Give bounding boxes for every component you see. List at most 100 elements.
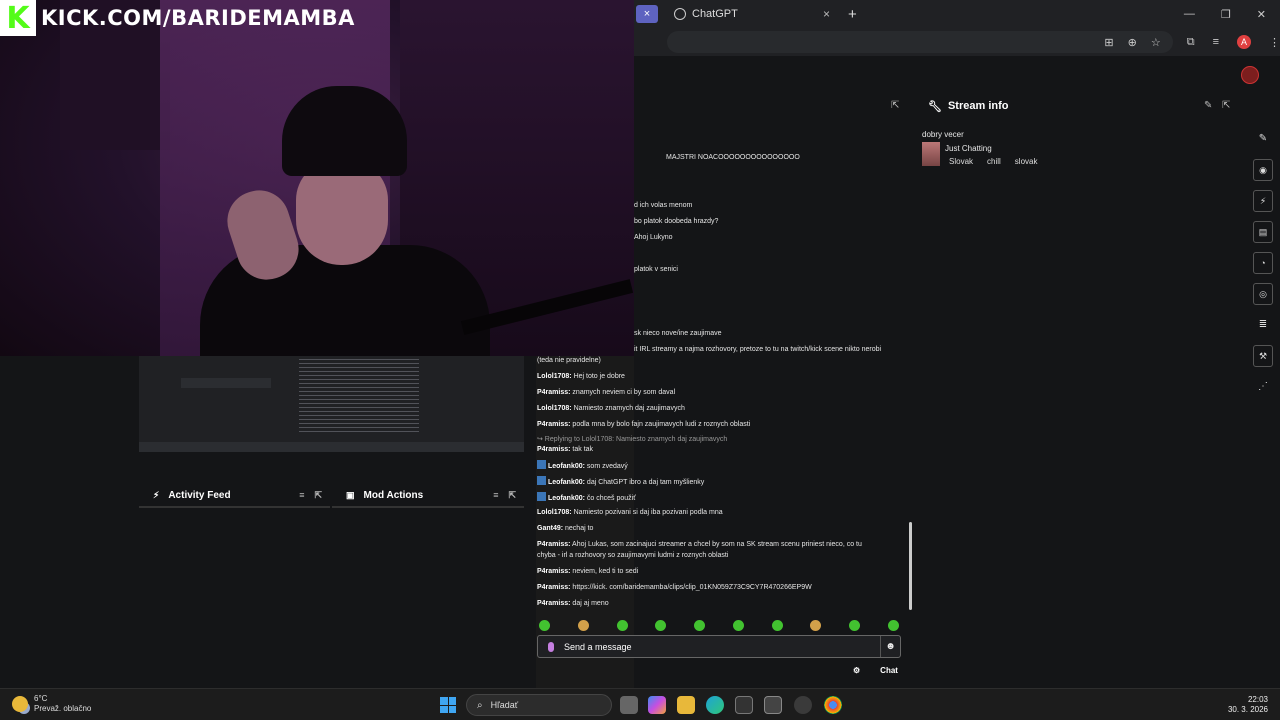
emote-icon[interactable] <box>887 620 899 631</box>
stream-info-header: 🔧︎ Stream info <box>928 96 1008 116</box>
popout-icon[interactable]: ⇱ <box>508 490 516 501</box>
emote-icon[interactable] <box>694 620 706 631</box>
chat-scrollbar[interactable] <box>909 522 912 610</box>
discord-icon[interactable] <box>794 696 812 714</box>
right-tool-rail: ✎ ◉ ⚡︎ ▤ ◔ ◎ ≣ ⚒ ⋰ <box>1253 128 1273 398</box>
temperature: 6°C <box>34 694 48 703</box>
chat-settings-icon[interactable]: ⚙ <box>853 666 860 675</box>
chat-message: P4ramiss: neviem, ked ti to sedi <box>537 568 639 575</box>
tab-title: ChatGPT <box>692 8 738 20</box>
chatgpt-icon <box>674 8 686 20</box>
tag[interactable]: slovak <box>1015 157 1038 166</box>
chat-message: Leofank00: čo chceš použiť <box>537 492 636 504</box>
bolt-icon[interactable]: ⚡︎ <box>1253 190 1273 212</box>
tab-chatgpt[interactable]: ChatGPT × <box>666 2 838 26</box>
chat-message: P4ramiss: znamych neviem ci by som daval <box>537 389 676 396</box>
emote-quick-bar <box>539 620 899 631</box>
emote-icon[interactable] <box>849 620 861 631</box>
chat-input-placeholder: Send a message <box>564 641 632 652</box>
subscriber-badge-icon <box>537 460 546 469</box>
stream-preview-thumbnail <box>139 356 524 452</box>
new-tab-button[interactable]: + <box>848 6 857 23</box>
weather-condition: Prevaž. oblačno <box>34 704 92 713</box>
close-tab-button[interactable]: × <box>636 5 658 23</box>
shield-icon: ▣ <box>346 489 355 500</box>
popout-chat-icon[interactable]: ⇱ <box>891 100 899 111</box>
chat-message: (teda nie pravidelne) <box>537 357 601 364</box>
chat-message: Lolol1708: Hej toto je dobre <box>537 373 625 380</box>
start-button[interactable] <box>440 697 456 713</box>
chat-message: P4ramiss: tak tak <box>537 446 594 453</box>
pencil-icon[interactable]: ✎ <box>1253 128 1273 150</box>
chat-message: P4ramiss: daj aj meno <box>537 600 609 607</box>
chrome-icon[interactable] <box>824 696 842 714</box>
maximize-button[interactable]: ❐ <box>1221 8 1231 21</box>
windows-taskbar: 6°C Prevaž. oblačno ⌕ Hľadať 22:03 30. 3… <box>0 688 1280 720</box>
emote-icon[interactable] <box>732 620 744 631</box>
chat-message: bo platok doobeda hrazdy? <box>634 218 719 225</box>
minimize-button[interactable]: — <box>1184 8 1195 21</box>
menu-kebab-icon[interactable]: ⋮ <box>1269 36 1280 49</box>
clipboard-icon[interactable]: ▤ <box>1253 221 1273 243</box>
emote-icon[interactable] <box>539 620 550 631</box>
emote-icon[interactable] <box>616 620 628 631</box>
tag[interactable]: Slovak <box>949 157 973 166</box>
close-window-button[interactable]: ✕ <box>1257 8 1266 21</box>
extensions-icon[interactable]: ⧉ <box>1187 36 1195 49</box>
edit-stream-icon[interactable]: ✎ <box>1204 100 1212 111</box>
camera-icon[interactable]: ◉ <box>1253 159 1273 181</box>
filter-icon[interactable]: ≡ <box>299 490 304 501</box>
taskbar-search[interactable]: ⌕ Hľadať <box>466 694 612 716</box>
file-explorer-icon[interactable] <box>677 696 695 714</box>
translate-icon[interactable]: ⊞ <box>1104 36 1113 49</box>
chat-message: d ich volas menom <box>634 202 693 209</box>
activity-feed-panel: ⚡︎ Activity Feed ≡ ⇱ <box>139 484 330 508</box>
copilot-icon[interactable] <box>648 696 666 714</box>
stream-title: dobry vecer <box>922 130 964 139</box>
mod-actions-panel: ▣ Mod Actions ≡ ⇱ <box>332 484 524 508</box>
popout-stream-info-icon[interactable]: ⇱ <box>1222 100 1230 111</box>
chat-input[interactable]: Send a message ☻ <box>537 635 901 658</box>
emoji-picker-icon[interactable]: ☻ <box>880 636 900 657</box>
tag[interactable]: chill <box>987 157 1001 166</box>
filter-icon[interactable]: ≡ <box>493 490 498 501</box>
kick-channel-badge: K KICK.COM/BARIDEMAMBA <box>0 0 355 36</box>
emote-icon[interactable] <box>577 620 589 631</box>
share-icon[interactable]: ⋰ <box>1253 376 1273 398</box>
chat-message: platok v senici <box>634 266 678 273</box>
category-thumbnail <box>922 142 940 166</box>
reply-reference[interactable]: ↪ Replying to Lolol1708: Namiesto znamyc… <box>537 435 727 445</box>
chat-message: Leofank00: som zvedavý <box>537 460 628 472</box>
user-avatar[interactable] <box>1241 66 1259 84</box>
app-icon[interactable] <box>764 696 782 714</box>
chat-send-row: ⚙ Chat <box>853 666 898 675</box>
system-clock[interactable]: 22:03 30. 3. 2026 <box>1228 695 1268 715</box>
bookmark-star-icon[interactable]: ☆ <box>1151 36 1161 49</box>
tab-close-icon[interactable]: × <box>823 7 830 21</box>
layers-icon[interactable]: ≣ <box>1253 314 1273 336</box>
weather-icon <box>12 696 28 712</box>
emote-icon[interactable] <box>771 620 783 631</box>
address-bar[interactable]: ⊞ ⊕ ☆ <box>667 31 1173 53</box>
popout-icon[interactable]: ⇱ <box>314 490 322 501</box>
send-chat-button[interactable]: Chat <box>880 666 898 675</box>
profile-avatar[interactable]: A <box>1237 35 1251 49</box>
chat-bubble-icon[interactable]: ◔ <box>1253 252 1273 274</box>
reading-list-icon[interactable]: ≡ <box>1213 36 1219 48</box>
store-icon[interactable] <box>735 696 753 714</box>
emote-icon[interactable] <box>655 620 667 631</box>
microphone-icon[interactable] <box>548 641 554 652</box>
chat-message: Lolol1708: Namiesto znamych daj zaujimav… <box>537 405 685 412</box>
emote-icon[interactable] <box>810 620 822 631</box>
settings-wrench-icon[interactable]: ⚒ <box>1253 345 1273 367</box>
chat-message: P4ramiss: Ahoj Lukas, som zacinajuci str… <box>537 541 862 548</box>
weather-widget[interactable]: 6°C Prevaž. oblačno <box>12 694 91 714</box>
task-view-icon[interactable] <box>620 696 638 714</box>
chat-message: Ahoj Lukyno <box>634 234 673 241</box>
broadcast-icon[interactable]: ◎ <box>1253 283 1273 305</box>
zoom-icon[interactable]: ⊕ <box>1128 36 1137 49</box>
edge-icon[interactable] <box>706 696 724 714</box>
browser-tabstrip: × ChatGPT × + — ❐ ✕ <box>634 0 1280 28</box>
stream-category[interactable]: Just Chatting <box>945 144 992 153</box>
chat-message-continued: chyba - irl a rozhovory so zaujimavymi l… <box>537 552 729 559</box>
